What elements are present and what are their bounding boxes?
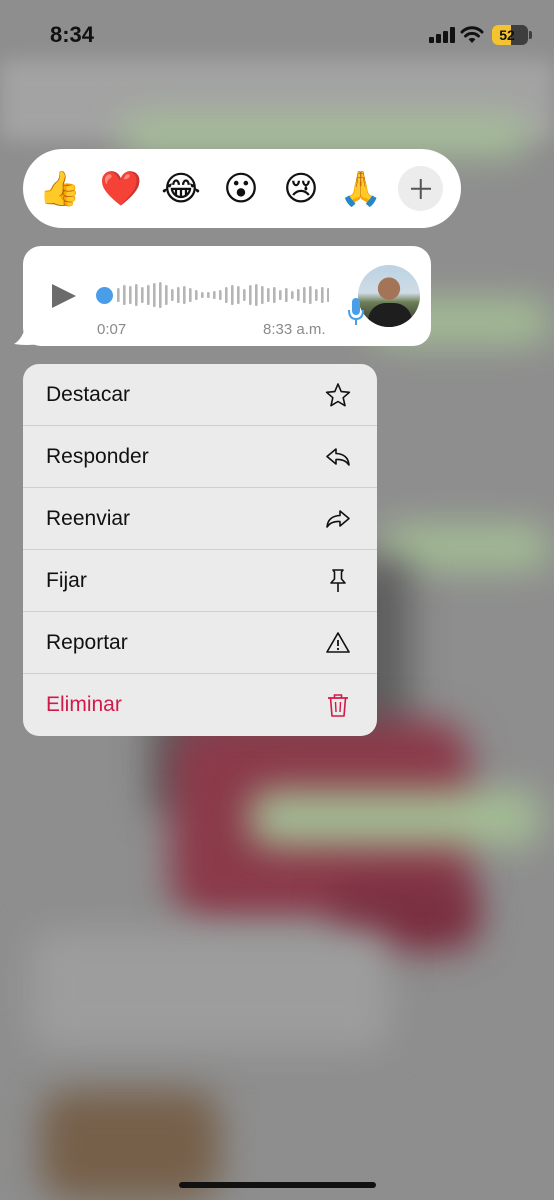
menu-item-label: Reportar [46, 630, 128, 654]
menu-item-report[interactable]: Reportar [23, 612, 377, 674]
menu-item-reply[interactable]: Responder [23, 426, 377, 488]
waveform-bar [321, 287, 324, 303]
battery-icon: 52 [492, 25, 528, 45]
waveform-bar [267, 288, 270, 302]
waveform-bar [153, 283, 156, 307]
waveform-bar [201, 292, 204, 298]
signal-icon [429, 27, 455, 43]
waveform-bar [243, 289, 246, 301]
pin-icon [330, 568, 346, 592]
waveform-bar [279, 290, 282, 300]
avatar[interactable] [358, 265, 420, 327]
waveform-bar [273, 287, 276, 303]
reaction-crying[interactable]: 😢 [279, 167, 323, 211]
waveform-bar [171, 289, 174, 301]
reply-icon [326, 447, 350, 466]
waveform-bar [315, 289, 318, 301]
waveform-bar [261, 286, 264, 304]
waveform-bar [183, 286, 186, 304]
menu-item-label: Eliminar [46, 693, 122, 716]
menu-item-label: Responder [46, 444, 149, 468]
menu-item-pin[interactable]: Fijar [23, 550, 377, 612]
playback-scrubber[interactable] [96, 287, 113, 304]
wifi-icon [460, 26, 484, 43]
waveform-bar [147, 285, 150, 305]
waveform-bar [159, 282, 162, 308]
battery-tip [529, 31, 532, 39]
trash-icon [328, 694, 348, 717]
waveform-bar [165, 285, 168, 305]
waveform-bar [249, 285, 252, 305]
reaction-picker: 👍 ❤️ 😂 😮 😢 🙏 [23, 149, 461, 228]
waveform-bar [225, 287, 228, 303]
blurred-message [250, 790, 540, 846]
home-indicator[interactable] [179, 1182, 376, 1188]
battery-level: 52 [499, 27, 515, 43]
menu-item-label: Fijar [46, 568, 87, 592]
waveform-bar [327, 288, 329, 302]
waveform[interactable] [117, 280, 329, 310]
waveform-bar [285, 288, 288, 302]
waveform-bar [123, 285, 126, 305]
waveform-bar [129, 286, 132, 304]
star-icon [325, 382, 351, 406]
reaction-praying-hands[interactable]: 🙏 [339, 167, 383, 211]
waveform-bar [237, 286, 240, 304]
waveform-bar [255, 284, 258, 306]
reaction-laughing[interactable]: 😂 [159, 167, 203, 211]
status-time: 8:34 [50, 22, 95, 47]
blurred-message [30, 930, 390, 1050]
voice-duration: 0:07 [97, 321, 127, 338]
add-reaction-button[interactable] [398, 166, 443, 211]
waveform-bar [303, 287, 306, 303]
waveform-bar [297, 289, 300, 301]
waveform-bar [219, 290, 222, 300]
waveform-bar [141, 287, 144, 303]
waveform-bar [207, 292, 210, 298]
waveform-bar [189, 288, 192, 302]
menu-item-forward[interactable]: Reenviar [23, 488, 377, 550]
waveform-bar [213, 291, 216, 299]
play-icon[interactable] [52, 284, 76, 308]
waveform-bar [231, 285, 234, 305]
reaction-surprised[interactable]: 😮 [219, 167, 263, 211]
waveform-bar [117, 288, 120, 302]
waveform-bar [195, 290, 198, 300]
waveform-bar [177, 287, 180, 303]
menu-item-label: Destacar [46, 382, 131, 406]
avatar-figure [368, 303, 412, 327]
warning-icon [326, 631, 350, 653]
menu-item-label: Reenviar [46, 506, 131, 530]
microphone-icon [348, 298, 364, 325]
waveform-bar [291, 291, 294, 299]
reaction-heart[interactable]: ❤️ [99, 167, 143, 211]
waveform-bar [135, 284, 138, 306]
menu-item-delete[interactable]: Eliminar [23, 674, 377, 736]
message-time: 8:33 a.m. [263, 321, 326, 338]
waveform-bar [309, 286, 312, 304]
message-context-menu: Destacar Responder Reenviar Fijar Report… [23, 364, 377, 736]
forward-icon [326, 509, 350, 528]
status-bar: 8:34 52 [0, 0, 554, 70]
reaction-thumbs-up[interactable]: 👍 [38, 167, 82, 211]
menu-item-star[interactable]: Destacar [23, 364, 377, 426]
